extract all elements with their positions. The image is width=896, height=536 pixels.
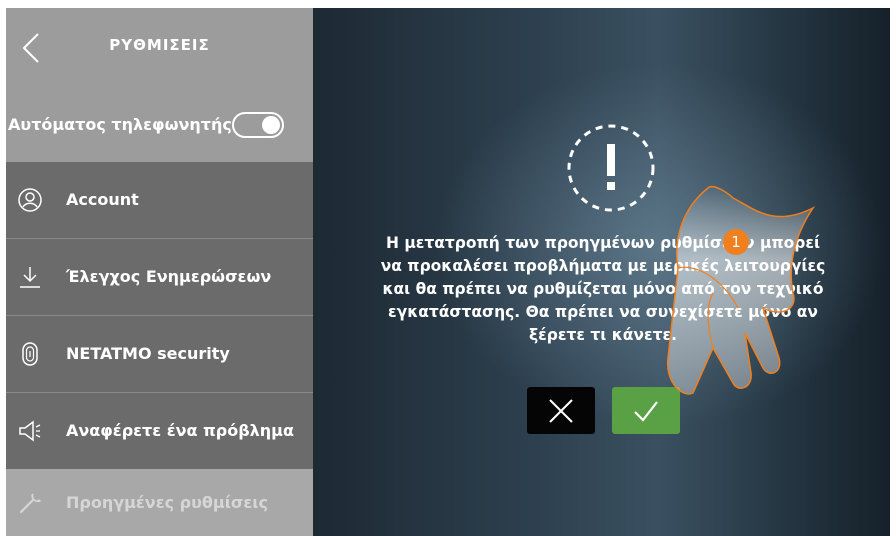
sidebar-item-label: Έλεγχος Ενημερώσεων [66,267,272,286]
sidebar-item-label: Προηγμένες ρυθμίσεις [66,493,269,512]
sidebar-item-updates[interactable]: Έλεγχος Ενημερώσεων [6,239,313,315]
confirmation-dialog: Η μετατροπή των προηγμένων ρυθμίσεων μπο… [313,8,890,536]
sidebar-item-advanced-settings[interactable]: Προηγμένες ρυθμίσεις [6,469,313,536]
sidebar-item-label: Αυτόματος τηλεφωνητής [8,115,232,134]
fingerprint-icon [18,342,42,366]
sidebar-item-netatmo-security[interactable]: NETATMO security [6,316,313,392]
settings-sidebar: ΡΥΘΜΙΣΕΙΣ Αυτόματος τηλεφωνητής Account … [6,8,313,536]
step-badge: 1 [723,229,749,255]
megaphone-icon [18,419,42,443]
toggle-knob [262,116,280,134]
warning-icon [565,122,657,214]
download-icon [18,265,42,289]
message-line: εγκατάστασης. Θα πρέπει να συνεχίσετε μό… [388,303,818,321]
message-line: Η μετατροπή των προηγμένων ρυθμίσεων μπο… [385,234,821,252]
cancel-button[interactable] [527,387,595,434]
message-line: και θα πρέπει να ρυθμίζεται μόνο από τον… [382,280,824,298]
screen: ΡΥΘΜΙΣΕΙΣ Αυτόματος τηλεφωνητής Account … [6,8,890,536]
confirm-button[interactable] [612,387,680,434]
sidebar-item-auto-answer: Αυτόματος τηλεφωνητής [6,88,313,162]
user-circle-icon [18,188,42,212]
page-title: ΡΥΘΜΙΣΕΙΣ [109,36,210,54]
warning-message: Η μετατροπή των προηγμένων ρυθμίσεων μπο… [343,232,863,347]
sidebar-item-report-problem[interactable]: Αναφέρετε ένα πρόβλημα [6,393,313,469]
message-line: ξέρετε τι κάνετε. [528,326,677,344]
sidebar-item-account[interactable]: Account [6,162,313,238]
sidebar-item-label: Αναφέρετε ένα πρόβλημα [66,421,294,440]
wrench-icon [18,491,42,515]
sidebar-item-label: Account [66,190,139,209]
auto-answer-toggle[interactable] [232,112,284,138]
message-line: να προκαλέσει προβλήματα με μερικές λειτ… [380,257,826,275]
sidebar-item-label: NETATMO security [66,344,230,363]
sidebar-header: ΡΥΘΜΙΣΕΙΣ [6,8,313,88]
